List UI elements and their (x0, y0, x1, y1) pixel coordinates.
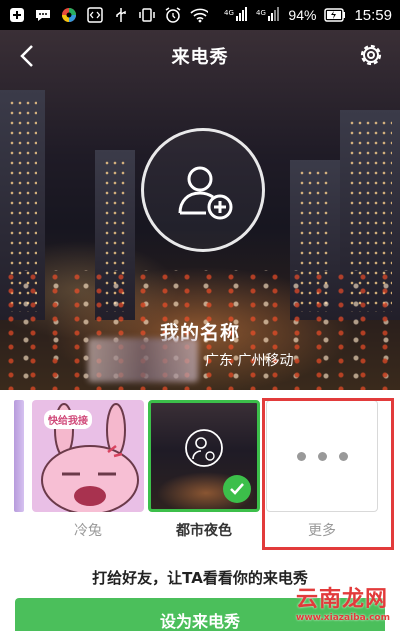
page-title: 来电秀 (171, 47, 229, 68)
theme-card-partial[interactable] (14, 400, 24, 512)
svg-text:4G: 4G (256, 9, 266, 17)
theme-label-more: 更多 (308, 523, 336, 539)
battery-icon (324, 7, 346, 23)
wifi-icon (190, 7, 208, 23)
blurred-phone-number (88, 338, 198, 382)
signal-icon: 4G (256, 7, 280, 23)
add-contact-icon (178, 166, 233, 220)
add-icon (8, 7, 26, 23)
alarm-icon (164, 7, 182, 23)
gear-icon[interactable] (356, 40, 386, 70)
theme-card-rabbit[interactable]: 快给我接 (32, 400, 144, 512)
svg-text:4G: 4G (224, 9, 234, 17)
rabbit-speech-bubble: 快给我接 (44, 410, 92, 429)
status-bar: 4G 4G 94% 15:59 (0, 0, 400, 30)
chat-icon (34, 7, 52, 23)
caller-name: 我的名称 (159, 322, 240, 344)
code-icon (86, 7, 104, 23)
color-wheel-icon (60, 7, 78, 23)
theme-label-rabbit: 冷兔 (74, 523, 102, 539)
theme-label-city-night: 都市夜色 (176, 523, 232, 539)
usb-icon (112, 7, 130, 23)
signal-icon: 4G (224, 7, 248, 23)
back-arrow-icon[interactable] (14, 42, 42, 70)
add-contact-avatar[interactable] (141, 128, 265, 252)
selected-check-icon (223, 475, 251, 503)
theme-card-city-night[interactable] (148, 400, 260, 512)
battery-percent: 94% (288, 7, 317, 23)
vibrate-icon (138, 7, 156, 23)
watermark: 云南龙网 www.xiazaiba.com (296, 587, 390, 623)
caller-location: 广东 广州移动 (205, 353, 294, 369)
theme-selector: 快给我接 冷兔 都市夜色 更多 (0, 390, 400, 550)
top-bar: 来电秀 (0, 30, 400, 82)
clock: 15:59 (354, 6, 392, 24)
